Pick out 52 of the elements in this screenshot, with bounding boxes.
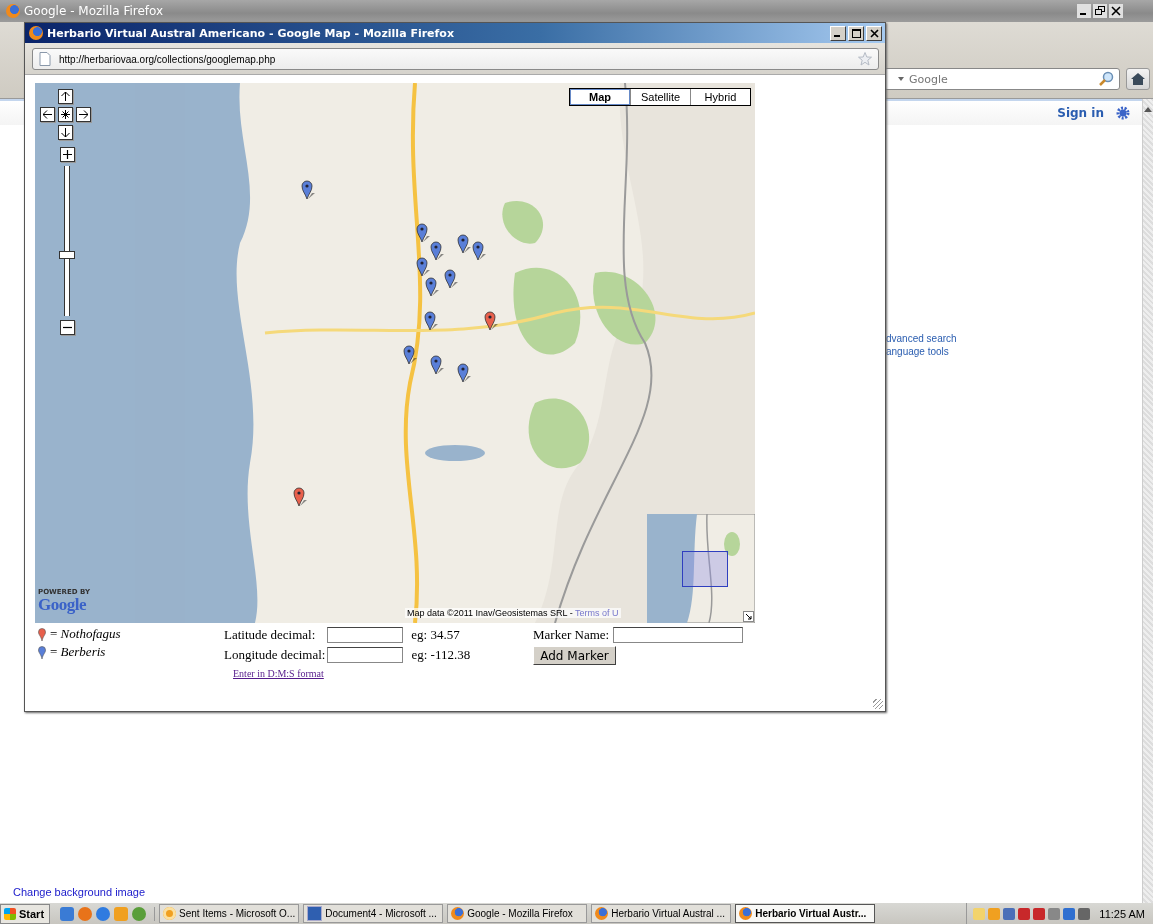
legend-label: = Berberis <box>50 644 106 660</box>
taskbar-button[interactable]: Google - Mozilla Firefox <box>447 904 588 923</box>
settings-icon[interactable] <box>1116 106 1130 120</box>
text-link[interactable]: dvanced search <box>886 332 1142 345</box>
home-icon <box>1131 73 1145 85</box>
close-icon[interactable] <box>1109 4 1123 18</box>
close-button[interactable] <box>866 25 882 41</box>
marker-pin-icon <box>38 627 46 641</box>
maximize-icon <box>851 28 861 38</box>
restore-icon[interactable] <box>1093 4 1107 18</box>
taskbar-button[interactable]: Herbario Virtual Austral ... <box>591 904 732 923</box>
page-icon <box>39 52 51 66</box>
firefox-icon <box>595 907 609 920</box>
firefox-icon <box>29 26 43 40</box>
firefox-icon <box>739 907 753 920</box>
resize-grip[interactable] <box>873 699 883 709</box>
taskbar-button[interactable]: Document4 - Microsoft ... <box>303 904 444 923</box>
firefox-icon <box>6 4 20 18</box>
window-title: Google - Mozilla Firefox <box>24 4 164 18</box>
marker-pin-icon <box>38 645 46 659</box>
address-bar[interactable]: http://herbariovaa.org/collections/googlemap.php <box>32 48 879 70</box>
minimize-icon[interactable] <box>1077 4 1091 18</box>
close-icon <box>869 28 879 38</box>
windows-logo-icon <box>4 907 16 920</box>
example-hint: eg: -112.38 <box>411 647 471 663</box>
legend-label: = Nothofagus <box>50 626 121 642</box>
add-marker-button[interactable]: Add Marker <box>533 646 616 665</box>
text-link[interactable]: anguage tools <box>886 345 1142 358</box>
dms-format-link[interactable]: Enter in D:M:S format <box>224 668 533 679</box>
example-hint: eg: 34.57 <box>411 627 460 643</box>
taskbar-button[interactable]: Herbario Virtual Austr... <box>735 904 876 923</box>
window-title: Herbario Virtual Austral Americano - Google Map - Mozilla Firefox <box>47 26 454 40</box>
firefox-icon <box>451 907 465 920</box>
field-label: Latitude decimal: <box>224 627 316 643</box>
marker-name-field[interactable] <box>613 627 744 643</box>
search-icon[interactable] <box>1098 71 1114 87</box>
scrollbar[interactable] <box>1142 99 1153 903</box>
clock-time: 11:25 AM <box>1099 907 1145 920</box>
start-button[interactable]: Start <box>0 903 51 924</box>
minimize-button[interactable] <box>830 25 846 41</box>
longitude-field[interactable] <box>327 647 404 663</box>
field-label: Longitude decimal: <box>224 647 326 663</box>
search-field[interactable]: Google <box>884 68 1120 90</box>
latitude-field[interactable] <box>327 627 404 643</box>
bookmark-star-icon[interactable] <box>858 52 872 66</box>
home-button[interactable] <box>1126 68 1150 90</box>
dropdown-icon <box>898 77 904 81</box>
maximize-button[interactable] <box>848 25 864 41</box>
change-background-link[interactable]: Change background image <box>0 886 1142 903</box>
field-label: Marker Name: <box>533 627 610 643</box>
taskbar-button[interactable]: Sent Items - Microsoft O... <box>159 904 300 923</box>
sign-in-link[interactable]: Sign in <box>1057 106 1104 120</box>
